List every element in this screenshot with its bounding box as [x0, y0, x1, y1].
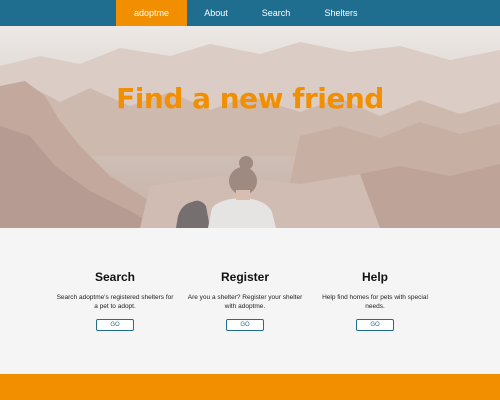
feature-description: Search adoptme's registered shelters for… — [56, 294, 174, 310]
nav-link-about[interactable]: About — [190, 0, 242, 26]
register-go-button[interactable]: GO — [226, 319, 264, 331]
nav-link-search[interactable]: Search — [250, 0, 302, 26]
top-navigation-bar: adoptme About Search Shelters — [0, 0, 500, 26]
feature-title: Search — [94, 270, 136, 284]
feature-help: Help Help find homes for pets with speci… — [315, 270, 435, 331]
features-section: Search Search adoptme's registered shelt… — [0, 228, 500, 374]
hero-title: Find a new friend — [116, 82, 384, 115]
feature-register: Register Are you a shelter? Register you… — [185, 270, 305, 331]
hero-banner: Find a new friend — [0, 26, 500, 228]
feature-title: Register — [220, 270, 270, 284]
hero-overlay — [0, 26, 500, 228]
help-go-button[interactable]: GO — [356, 319, 394, 331]
nav-link-shelters[interactable]: Shelters — [312, 0, 370, 26]
footer-bar — [0, 374, 500, 400]
feature-title: Help — [361, 270, 388, 284]
feature-description: Are you a shelter? Register your shelter… — [187, 294, 303, 310]
search-go-button[interactable]: GO — [96, 319, 134, 331]
nav-brand-link[interactable]: adoptme — [116, 0, 187, 26]
feature-search: Search Search adoptme's registered shelt… — [55, 270, 175, 331]
feature-description: Help find homes for pets with special ne… — [322, 294, 428, 310]
